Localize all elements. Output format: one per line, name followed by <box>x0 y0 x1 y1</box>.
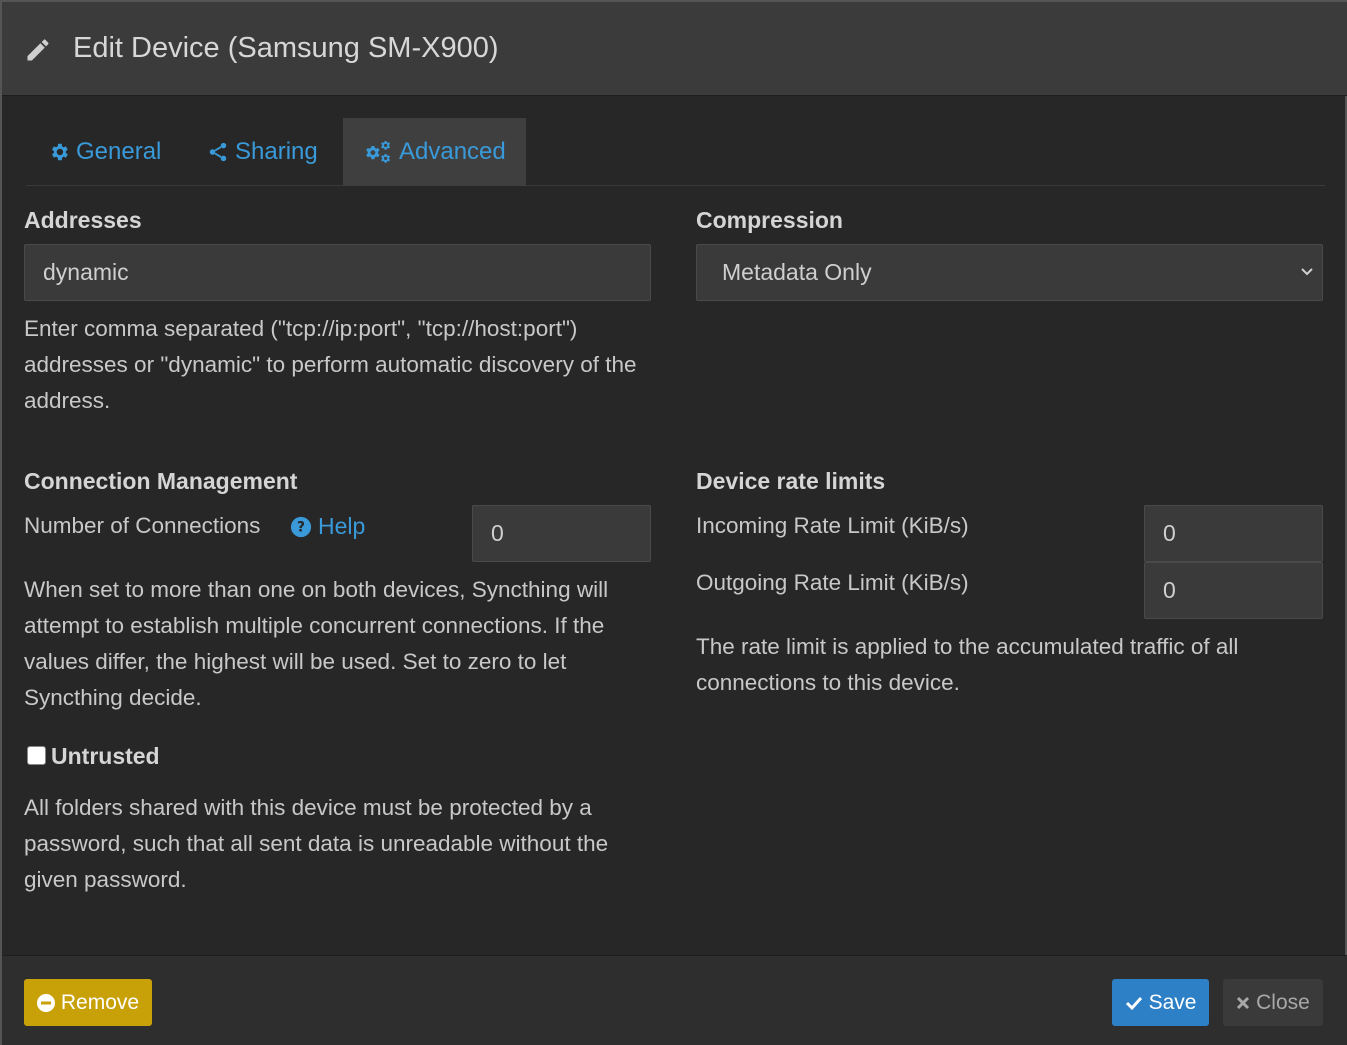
incoming-rate-label: Incoming Rate Limit (KiB/s) <box>696 513 969 538</box>
rate-limits-heading: Device rate limits <box>696 468 886 494</box>
rate-limits-help-text: The rate limit is applied to the accumul… <box>696 634 1239 695</box>
gear-icon <box>52 143 68 161</box>
tab-advanced-label: Advanced <box>399 138 506 165</box>
save-button[interactable]: Save <box>1112 979 1209 1026</box>
svg-text:?: ? <box>297 519 305 535</box>
chevron-down-icon <box>1301 268 1313 276</box>
outgoing-rate-value: 0 <box>1163 577 1176 603</box>
num-connections-value: 0 <box>491 520 504 546</box>
num-connections-input[interactable]: 0 <box>472 505 651 562</box>
addresses-label: Addresses <box>24 207 142 233</box>
edit-device-dialog: Edit Device (Samsung SM-X900) General Sh… <box>0 0 1347 1045</box>
incoming-rate-input[interactable]: 0 <box>1144 505 1323 562</box>
untrusted-help-text: All folders shared with this device must… <box>24 795 609 892</box>
outgoing-rate-label: Outgoing Rate Limit (KiB/s) <box>696 570 969 595</box>
outgoing-rate-input[interactable]: 0 <box>1144 562 1323 619</box>
help-link[interactable]: ? Help <box>290 513 365 540</box>
remove-button[interactable]: Remove <box>24 979 152 1026</box>
tab-bar: General Sharing Advanced <box>26 118 1325 186</box>
share-icon <box>209 142 227 162</box>
dialog-footer: Remove Save Close <box>2 955 1347 1045</box>
untrusted-checkbox[interactable] <box>27 746 46 765</box>
untrusted-label: Untrusted <box>51 743 160 769</box>
check-icon <box>1125 996 1142 1010</box>
question-circle-icon: ? <box>290 516 312 537</box>
compression-label: Compression <box>696 207 843 233</box>
tab-general[interactable]: General <box>48 118 161 186</box>
addresses-help-text: Enter comma separated ("tcp://ip:port", … <box>24 316 637 413</box>
tab-general-label: General <box>76 138 162 165</box>
pencil-icon <box>27 39 49 61</box>
connection-management-heading: Connection Management <box>24 468 298 494</box>
save-button-label: Save <box>1148 990 1197 1014</box>
compression-select[interactable]: Metadata Only <box>696 244 1323 301</box>
gears-icon <box>366 141 391 163</box>
close-button[interactable]: Close <box>1223 979 1323 1026</box>
remove-button-label: Remove <box>60 990 140 1014</box>
close-icon <box>1237 996 1250 1009</box>
tab-sharing[interactable]: Sharing <box>207 118 318 186</box>
dialog-header: Edit Device (Samsung SM-X900) <box>2 2 1347 96</box>
incoming-rate-value: 0 <box>1163 520 1176 546</box>
minus-circle-icon <box>36 993 55 1012</box>
dialog-title: Edit Device (Samsung SM-X900) <box>73 32 499 64</box>
close-button-label: Close <box>1256 990 1310 1014</box>
num-connections-help-text: When set to more than one on both device… <box>24 577 609 710</box>
help-link-label: Help <box>318 513 366 539</box>
addresses-input[interactable]: dynamic <box>24 244 651 301</box>
tab-sharing-label: Sharing <box>235 138 318 165</box>
addresses-input-value: dynamic <box>43 259 129 285</box>
num-connections-label: Number of Connections <box>24 513 261 538</box>
tab-advanced[interactable]: Advanced <box>343 118 526 186</box>
compression-selected-value: Metadata Only <box>722 259 872 285</box>
